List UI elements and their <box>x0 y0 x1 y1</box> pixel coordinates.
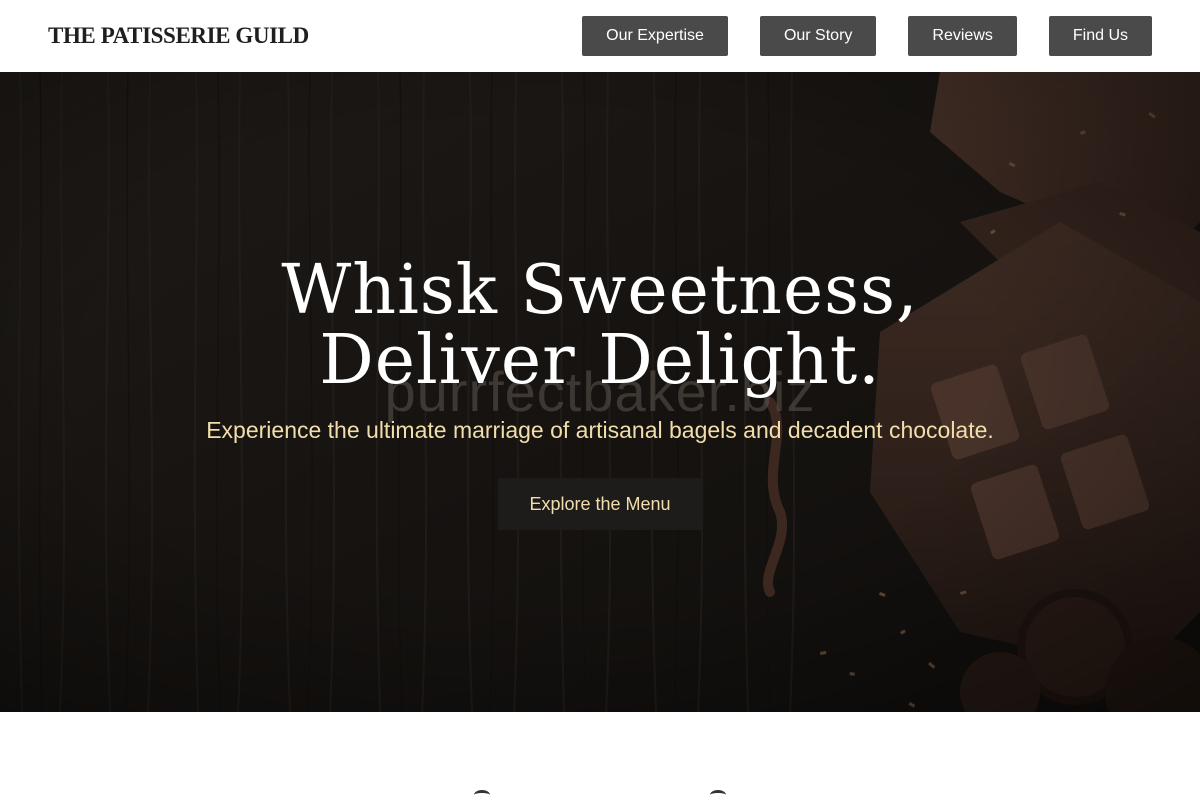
main-nav: Our Expertise Our Story Reviews Find Us <box>582 16 1152 56</box>
brand-logo[interactable]: THE PATISSERIE GUILD <box>48 22 309 50</box>
hero-headline-line-1: Whisk Sweetness, <box>281 251 919 330</box>
site-header: THE PATISSERIE GUILD Our Expertise Our S… <box>0 0 1200 72</box>
hero-subtitle: Experience the ultimate marriage of arti… <box>206 417 994 443</box>
hero-headline: Whisk Sweetness, Deliver Delight. <box>0 256 1200 396</box>
hero-headline-line-2: Deliver Delight. <box>319 321 881 400</box>
nav-find-us-button[interactable]: Find Us <box>1048 16 1152 56</box>
explore-menu-button[interactable]: Explore the Menu <box>498 478 702 530</box>
heading-glyph-peek <box>474 790 490 800</box>
hero-section: purrfectbaker.biz Whisk Sweetness, Deliv… <box>0 72 1200 712</box>
next-section <box>0 712 1200 800</box>
next-section-heading-peek <box>0 790 1200 800</box>
nav-reviews-button[interactable]: Reviews <box>908 16 1017 56</box>
nav-our-story-button[interactable]: Our Story <box>759 16 877 56</box>
heading-glyph-peek <box>710 790 726 800</box>
nav-our-expertise-button[interactable]: Our Expertise <box>582 16 728 56</box>
